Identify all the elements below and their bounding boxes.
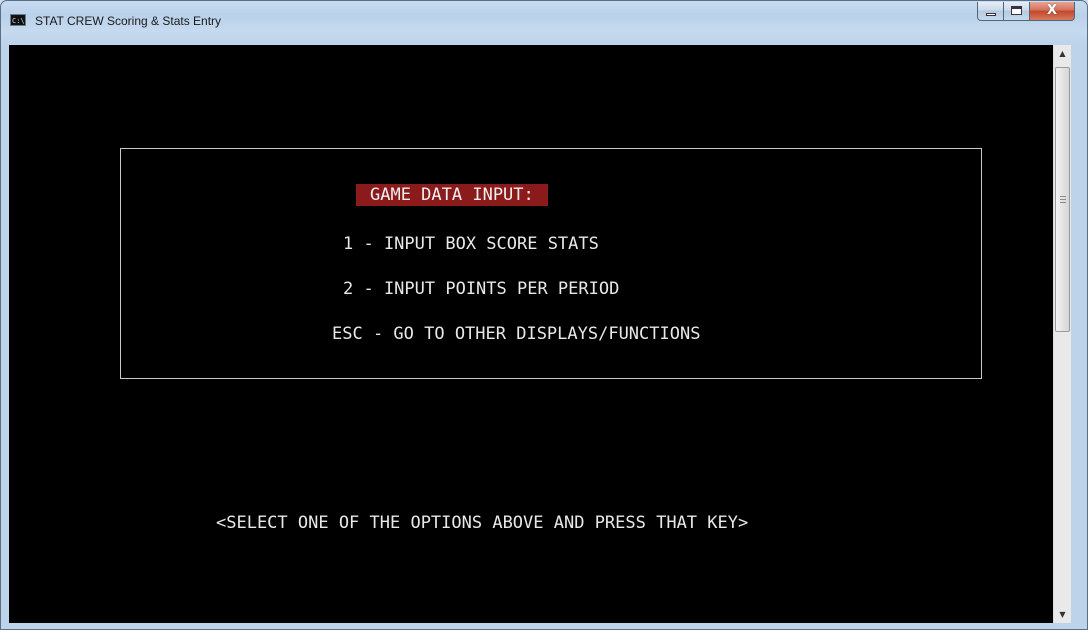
caption-buttons: X: [977, 2, 1075, 22]
close-button[interactable]: X: [1030, 2, 1075, 21]
minimize-icon: [986, 13, 996, 16]
minimize-button[interactable]: [977, 2, 1004, 21]
option-input-points-per-period[interactable]: 2 - INPUT POINTS PER PERIOD: [343, 278, 619, 300]
title-bar[interactable]: C:\ STAT CREW Scoring & Stats Entry X: [1, 1, 1087, 45]
scrollbar-thumb[interactable]: [1055, 67, 1070, 332]
option-esc-other-displays[interactable]: ESC - GO TO OTHER DISPLAYS/FUNCTIONS: [332, 323, 700, 345]
maximize-icon: [1011, 6, 1022, 15]
window-frame-bottom[interactable]: [1, 623, 1087, 629]
window-title: STAT CREW Scoring & Stats Entry: [35, 14, 222, 28]
select-option-prompt: <SELECT ONE OF THE OPTIONS ABOVE AND PRE…: [216, 513, 749, 533]
console-app-icon[interactable]: C:\: [10, 14, 26, 26]
option-input-box-score-stats[interactable]: 1 - INPUT BOX SCORE STATS: [343, 233, 599, 255]
close-icon: X: [1046, 3, 1058, 18]
window-frame-right[interactable]: [1071, 45, 1087, 629]
vertical-scrollbar[interactable]: ▲ ▼: [1053, 45, 1071, 623]
maximize-button[interactable]: [1004, 2, 1030, 21]
console-screen[interactable]: GAME DATA INPUT: 1 - INPUT BOX SCORE STA…: [9, 45, 1053, 623]
menu-heading: GAME DATA INPUT:: [356, 184, 548, 206]
console-window: C:\ STAT CREW Scoring & Stats Entry X GA…: [0, 0, 1088, 630]
scrollbar-grip-icon: [1060, 196, 1066, 204]
scroll-down-arrow-icon[interactable]: ▼: [1054, 606, 1071, 623]
scroll-up-arrow-icon[interactable]: ▲: [1054, 45, 1071, 62]
